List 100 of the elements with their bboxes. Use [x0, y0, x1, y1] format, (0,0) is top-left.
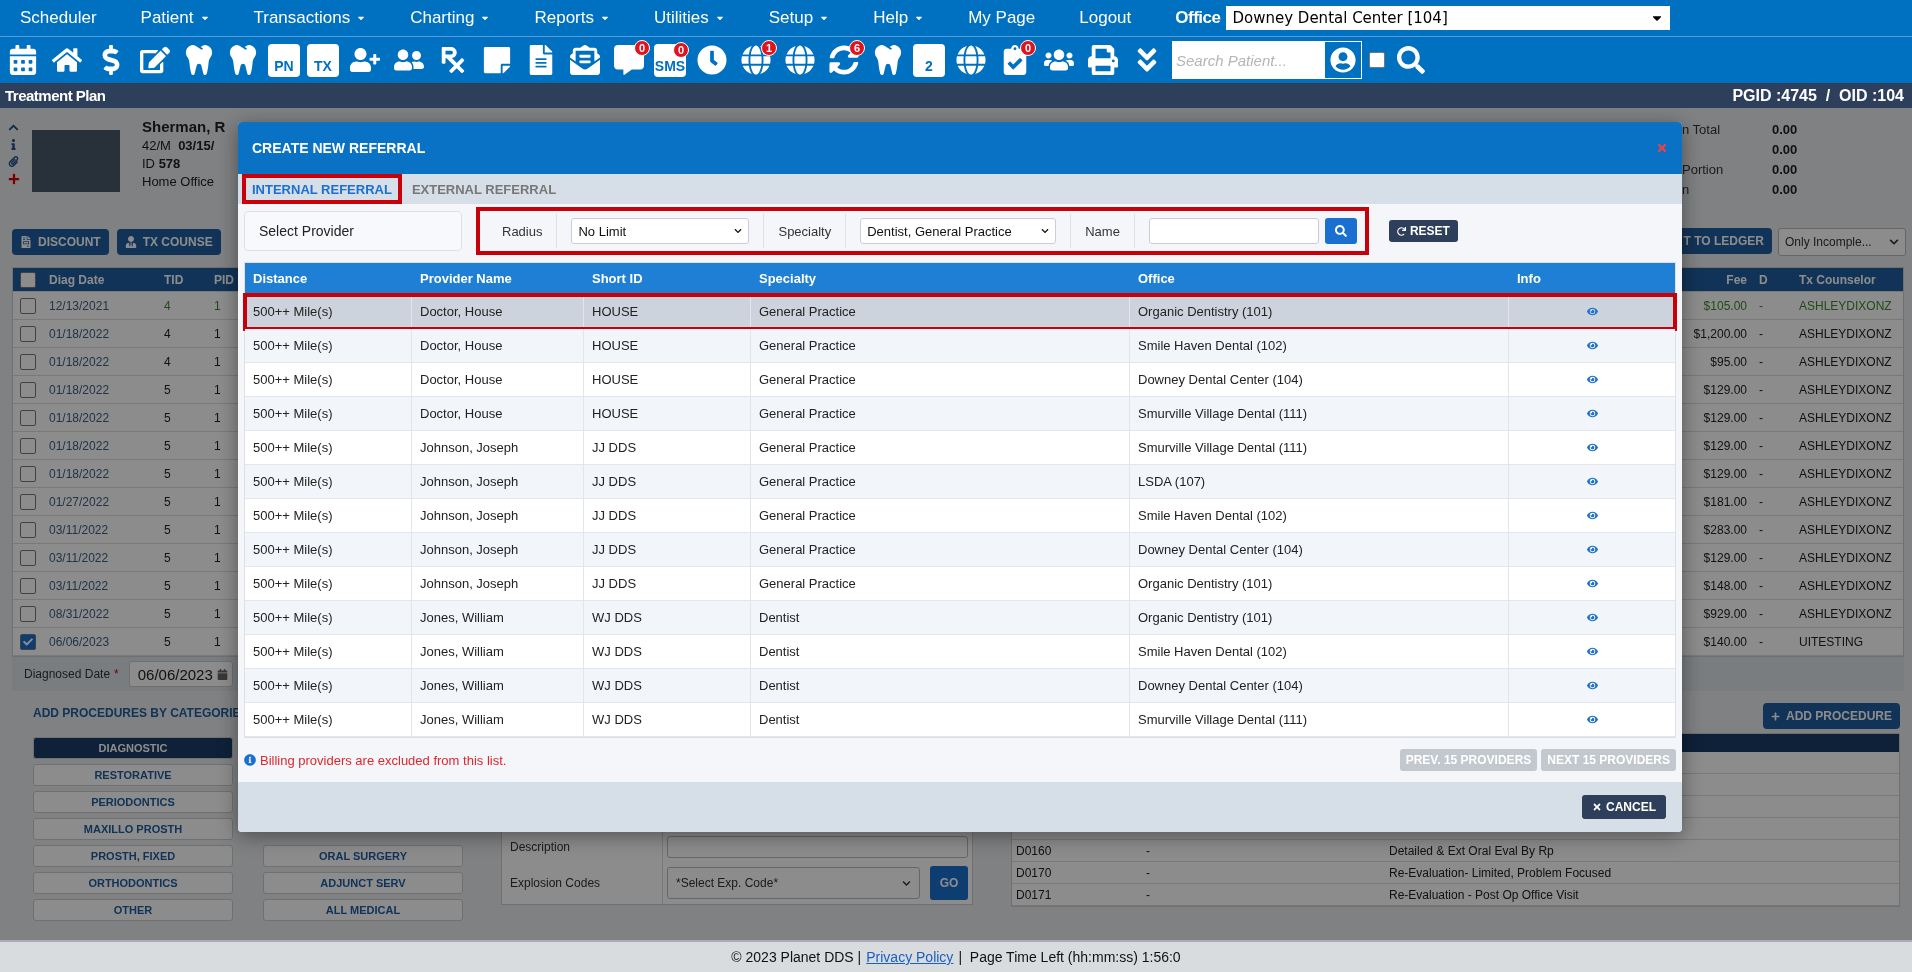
provider-row[interactable]: 500++ Mile(s) Doctor, House HOUSE General Practice Downey Dental Center (104): [245, 363, 1675, 397]
menu-item[interactable]: My Page: [968, 8, 1036, 28]
eye-icon[interactable]: [1586, 374, 1598, 385]
table-cell-text: D0171: [1015, 887, 1053, 902]
provider-row[interactable]: 500++ Mile(s) Doctor, House HOUSE General Practice Smurville Village Dental (111): [245, 397, 1675, 431]
table-cell: General Practice: [751, 499, 1130, 532]
office-select[interactable]: Downey Dental Center [104]: [1226, 6, 1671, 30]
toolbar-button[interactable]: PN: [268, 43, 300, 77]
row-checkbox[interactable]: [20, 493, 36, 510]
category-button[interactable]: ADJUNCT SERV: [263, 872, 463, 894]
select-all-checkbox[interactable]: [20, 271, 36, 288]
search-button[interactable]: [1324, 218, 1357, 244]
info-icon[interactable]: [8, 139, 19, 150]
provider-row[interactable]: 500++ Mile(s) Doctor, House HOUSE General Practice Smile Haven Dental (102): [245, 329, 1675, 363]
row-checkbox[interactable]: [20, 465, 36, 482]
row-checkbox[interactable]: [20, 633, 36, 650]
menu-item[interactable]: Help: [873, 8, 925, 28]
eye-icon[interactable]: [1586, 680, 1598, 691]
row-checkbox[interactable]: [20, 437, 36, 454]
menu-item[interactable]: Logout: [1079, 8, 1132, 28]
status-select[interactable]: Only Incomple...: [1778, 228, 1906, 256]
add-procedure-button[interactable]: ADD PROCEDURE: [1763, 703, 1900, 729]
chevron-up-icon[interactable]: [8, 122, 19, 133]
provider-row[interactable]: 500++ Mile(s) Johnson, Joseph JJ DDS General Practice Smurville Village Dental (111): [245, 431, 1675, 465]
table-cell-text: -: [1758, 298, 1764, 313]
tab[interactable]: INTERNAL REFERRAL: [242, 174, 402, 204]
page-title: Treatment Plan: [5, 87, 106, 104]
table-cell: 500++ Mile(s): [245, 567, 412, 600]
paperclip-icon[interactable]: [8, 156, 19, 167]
menu-item[interactable]: Setup: [768, 8, 830, 28]
privacy-policy-link[interactable]: Privacy Policy: [866, 949, 954, 965]
provider-row[interactable]: 500++ Mile(s) Jones, William WJ DDS Dentist Smurville Village Dental (111): [245, 703, 1675, 737]
category-button[interactable]: ORTHODONTICS: [33, 872, 233, 894]
table-cell-text: 03/11/2022: [48, 550, 110, 565]
table-cell-text: 5: [163, 466, 172, 481]
cancel-button[interactable]: CANCEL: [1582, 795, 1666, 819]
eye-icon[interactable]: [1586, 476, 1598, 487]
eye-icon[interactable]: [1586, 646, 1598, 657]
eye-icon[interactable]: [1586, 612, 1598, 623]
provider-row[interactable]: 500++ Mile(s) Jones, William WJ DDS Dentist Organic Dentistry (101): [245, 601, 1675, 635]
eye-icon[interactable]: [1586, 714, 1598, 725]
go-button[interactable]: GO: [930, 866, 968, 900]
column-header: Info: [1516, 271, 1542, 286]
provider-row[interactable]: 500++ Mile(s) Jones, William WJ DDS Dentist Smile Haven Dental (102): [245, 635, 1675, 669]
row-checkbox[interactable]: [20, 297, 36, 314]
row-checkbox[interactable]: [20, 521, 36, 538]
row-checkbox[interactable]: [20, 549, 36, 566]
menu-item[interactable]: Transactions: [253, 8, 367, 28]
row-checkbox[interactable]: [20, 409, 36, 426]
row-checkbox[interactable]: [20, 381, 36, 398]
name-field[interactable]: [1148, 218, 1319, 244]
category-button[interactable]: PROSTH, FIXED: [33, 845, 233, 867]
row-checkbox[interactable]: [20, 353, 36, 370]
category-button[interactable]: RESTORATIVE: [33, 764, 233, 786]
menu-item[interactable]: Utilities: [654, 8, 725, 28]
category-button[interactable]: DIAGNOSTIC: [33, 737, 233, 759]
provider-row[interactable]: 500++ Mile(s) Johnson, Joseph JJ DDS General Practice Downey Dental Center (104): [245, 533, 1675, 567]
category-button[interactable]: OTHER: [33, 899, 233, 921]
counselor-button[interactable]: TX COUNSE: [116, 229, 221, 255]
eye-icon[interactable]: [1586, 408, 1598, 419]
description-field[interactable]: [667, 836, 968, 858]
provider-row[interactable]: 500++ Mile(s) Jones, William WJ DDS Dentist Downey Dental Center (104): [245, 669, 1675, 703]
provider-row[interactable]: 500++ Mile(s) Johnson, Joseph JJ DDS General Practice Organic Dentistry (101): [245, 567, 1675, 601]
eye-icon[interactable]: [1586, 340, 1598, 351]
tab[interactable]: EXTERNAL REFERRAL: [401, 174, 567, 204]
toolbar-button[interactable]: SMS 0: [654, 43, 686, 77]
menu-item[interactable]: Scheduler: [20, 8, 97, 28]
menu-item[interactable]: Reports: [534, 8, 610, 28]
category-button[interactable]: ALL MEDICAL: [263, 899, 463, 921]
eye-icon[interactable]: [1586, 544, 1598, 555]
table-cell: Smile Haven Dental (102): [1130, 499, 1509, 532]
category-button[interactable]: MAXILLO PROSTH: [33, 818, 233, 840]
menu-item[interactable]: Patient: [140, 8, 210, 28]
eye-icon[interactable]: [1586, 306, 1598, 317]
menu-item[interactable]: Charting: [410, 8, 491, 28]
specialty-select[interactable]: Dentist, General Practice: [860, 218, 1057, 244]
radius-select[interactable]: No Limit: [571, 218, 750, 244]
patient-search-field[interactable]: Search Patient...: [1172, 41, 1324, 79]
eye-icon[interactable]: [1586, 442, 1598, 453]
eye-icon[interactable]: [1586, 510, 1598, 521]
explosion-code-select[interactable]: *Select Exp. Code*: [667, 867, 920, 899]
row-checkbox[interactable]: [20, 577, 36, 594]
category-button[interactable]: PERIODONTICS: [33, 791, 233, 813]
user-icon: [1330, 47, 1356, 73]
discount-button[interactable]: DISCOUNT: [12, 229, 109, 255]
row-checkbox[interactable]: [20, 605, 36, 622]
plus-icon[interactable]: [8, 173, 20, 185]
search-user-button[interactable]: [1324, 41, 1362, 79]
provider-row[interactable]: 500++ Mile(s) Doctor, House HOUSE General Practice Organic Dentistry (101): [245, 295, 1675, 329]
toolbar-button[interactable]: 2: [913, 43, 945, 77]
provider-row[interactable]: 500++ Mile(s) Johnson, Joseph JJ DDS General Practice LSDA (107): [245, 465, 1675, 499]
provider-row[interactable]: 500++ Mile(s) Johnson, Joseph JJ DDS General Practice Smile Haven Dental (102): [245, 499, 1675, 533]
category-button[interactable]: ORAL SURGERY: [263, 845, 463, 867]
date-field[interactable]: 06/06/2023: [128, 661, 233, 687]
row-checkbox[interactable]: [20, 325, 36, 342]
checkbox[interactable]: [1369, 52, 1385, 68]
toolbar-button[interactable]: TX: [307, 43, 339, 77]
table-cell-text: 08/31/2022: [48, 606, 111, 621]
reset-button[interactable]: RESET: [1388, 220, 1458, 242]
eye-icon[interactable]: [1586, 578, 1598, 589]
